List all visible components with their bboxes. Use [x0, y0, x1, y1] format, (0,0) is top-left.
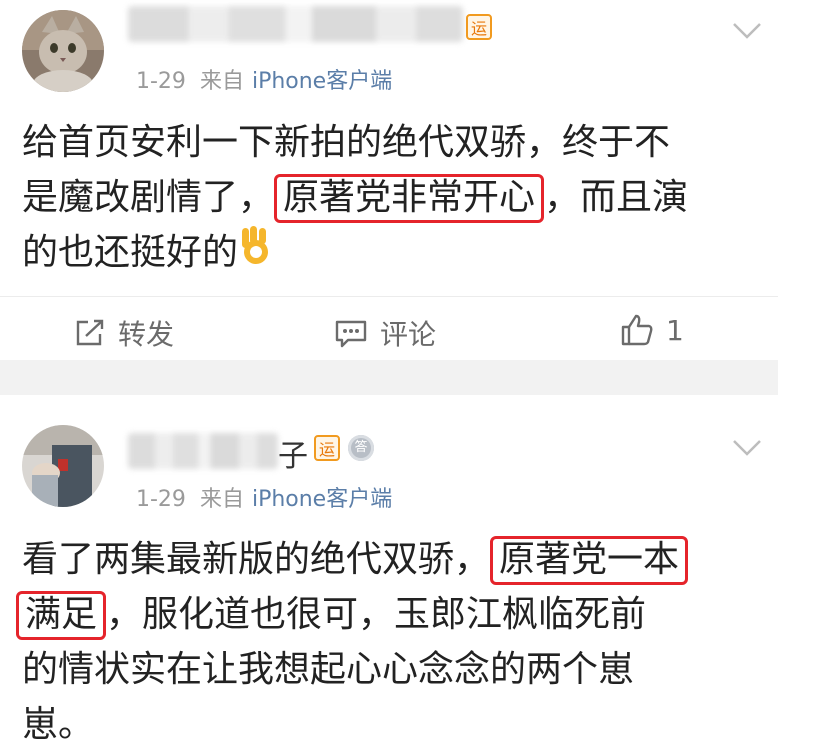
post-meta: 1-29 来自 iPhone客户端 — [136, 63, 392, 95]
username-blurred[interactable] — [128, 433, 278, 469]
repost-button[interactable]: 转发 — [74, 313, 174, 353]
highlight-box: 原著党非常开心 — [274, 174, 545, 223]
chevron-down-icon[interactable] — [732, 22, 762, 40]
ok-hand-emoji — [238, 226, 274, 282]
repost-icon — [76, 319, 104, 346]
comment-label: 评论 — [380, 318, 437, 351]
username-tail: 子 — [278, 439, 308, 474]
text-line: 是魔改剧情了， 原著党非常开心 ，而且演 — [22, 170, 792, 225]
weibo-post: 子 运 答 1-29 来自 iPhone客户端 看了两集最新版的绝代双骄， 原著党一本… — [0, 395, 815, 745]
post-time: 1-29 — [136, 69, 186, 94]
repost-label: 转发 — [118, 318, 175, 351]
text-line: 崽。 — [22, 704, 95, 745]
like-button[interactable]: 1 — [620, 313, 684, 347]
member-badge: 运 — [314, 435, 340, 461]
post-meta: 1-29 来自 iPhone客户端 — [136, 481, 392, 513]
post-text: 看了两集最新版的绝代双骄， 原著党一本 满足 ，服化道也很可，玉郎江枫临死前 的情状… — [16, 532, 792, 752]
highlight-box: 原著党一本 — [490, 536, 689, 585]
medal-badge: 答 — [348, 435, 374, 461]
text-line: 给首页安利一下新拍的绝代双骄，终于不 — [22, 122, 671, 163]
post-text: 给首页安利一下新拍的绝代双骄，终于不 是魔改剧情了， 原著党非常开心 ，而且演 的也… — [22, 115, 792, 280]
weibo-post: 运 1-29 来自 iPhone客户端 给首页安利一下新拍的绝代双骄，终于不 是魔改… — [0, 0, 815, 360]
comment-button[interactable]: 评论 — [334, 313, 436, 353]
user-avatar-cat[interactable] — [22, 10, 104, 92]
post-separator — [0, 360, 778, 395]
like-icon — [621, 314, 653, 346]
chevron-down-icon[interactable] — [732, 439, 762, 457]
user-avatar-photo[interactable] — [22, 425, 104, 507]
text-line: 的情状实在让我想起心心念念的两个崽 — [22, 649, 635, 690]
username-blurred[interactable] — [128, 6, 463, 42]
post-time: 1-29 — [136, 487, 186, 512]
source-prefix: 来自 — [199, 487, 244, 512]
client-link[interactable]: iPhone客户端 — [252, 69, 392, 94]
client-link[interactable]: iPhone客户端 — [252, 487, 392, 512]
text-line: 满足 ，服化道也很可，玉郎江枫临死前 — [16, 587, 792, 642]
text-line: 的也还挺好的 — [22, 225, 792, 280]
text-line: 看了两集最新版的绝代双骄， 原著党一本 — [22, 532, 792, 587]
like-count: 1 — [666, 313, 684, 347]
comment-icon — [335, 320, 367, 348]
action-bar: 转发 评论 1 — [0, 296, 778, 361]
source-prefix: 来自 — [199, 69, 244, 94]
member-badge: 运 — [466, 14, 492, 40]
highlight-box: 满足 — [16, 591, 107, 640]
